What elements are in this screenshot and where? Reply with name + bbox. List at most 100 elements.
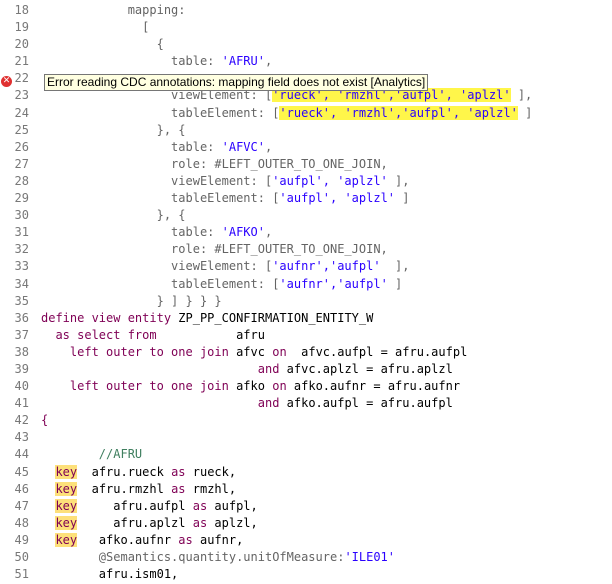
code-token: 'AFVC' <box>221 139 265 154</box>
code-line[interactable]: 25 }, { <box>0 122 612 139</box>
code-token: , <box>264 139 273 154</box>
code-line[interactable]: 39 and afvc.aplzl = afru.aplzl <box>0 361 612 378</box>
line-number: 50 <box>14 550 29 564</box>
code-token: viewElement: [ <box>41 259 273 274</box>
code-token: tableElement: [ <box>41 105 280 120</box>
code-token: afvc <box>228 344 273 359</box>
code-token: afru <box>156 327 265 342</box>
line-number: 43 <box>14 430 29 445</box>
code-line[interactable]: 37 as select from afru <box>0 327 612 344</box>
code-token: aufpl, <box>207 498 258 513</box>
line-number: 27 <box>14 156 29 171</box>
line-number: 49 <box>14 532 29 547</box>
code-line[interactable]: 20 { <box>0 36 612 53</box>
code-token: , <box>264 225 273 240</box>
line-number: 44 <box>14 447 29 462</box>
line-number: 28 <box>14 173 29 188</box>
code-line[interactable]: 28 viewElement: ['aufpl', 'aplzl' ], <box>0 173 612 190</box>
code-line[interactable]: 24 tableElement: ['rueck', 'rmzhl','aufp… <box>0 105 612 122</box>
code-line[interactable]: 34 tableElement: ['aufnr','aufpl' ] <box>0 276 612 293</box>
code-line[interactable]: 42 { <box>0 412 612 429</box>
code-token: aufnr, <box>192 532 244 547</box>
line-number: 29 <box>14 191 29 206</box>
code-line[interactable]: 43 <box>0 429 612 446</box>
line-number: 39 <box>14 361 29 376</box>
line-number: 25 <box>14 122 29 137</box>
line-number: 47 <box>14 498 29 513</box>
line-number: 37 <box>14 327 29 342</box>
code-editor[interactable]: 18 mapping: 19 [20 {21 table: 'AFRU', 22 23… <box>0 0 612 584</box>
code-line[interactable]: 18 mapping: <box>0 2 612 19</box>
line-number: 23 <box>14 88 29 103</box>
code-line[interactable]: 27 role: #LEFT_OUTER_TO_ONE_JOIN, <box>0 156 612 173</box>
code-line[interactable]: 50 @Semantics.quantity.unitOfMeasure:'IL… <box>0 549 612 566</box>
code-line[interactable]: 46 key afru.rmzhl as rmzhl, <box>0 481 612 498</box>
code-text: viewElement: ['aufnr','aufpl' ], <box>41 258 409 275</box>
code-token: viewElement: [ <box>41 173 273 188</box>
code-line[interactable]: 21 table: 'AFRU', <box>0 53 612 70</box>
code-text: tableElement: ['rueck', 'rmzhl','aufpl',… <box>41 105 532 122</box>
code-line[interactable]: 29 tableElement: ['aufpl', 'aplzl' ] <box>0 190 612 207</box>
code-line[interactable]: 45 key afru.rueck as rueck, <box>0 464 612 481</box>
code-line[interactable]: 51 afru.ism01, <box>0 566 612 583</box>
code-text: and afko.aufpl = afru.aufpl <box>41 395 453 412</box>
line-number: 41 <box>14 396 29 411</box>
code-token: }, { <box>41 122 186 137</box>
code-text: role: #LEFT_OUTER_TO_ONE_JOIN, <box>41 241 388 258</box>
error-marker-icon[interactable]: ✕ <box>1 76 12 87</box>
code-line[interactable]: 33 viewElement: ['aufnr','aufpl' ], <box>0 258 612 275</box>
code-line[interactable]: 19 [ <box>0 19 612 36</box>
code-token: and <box>257 396 280 411</box>
code-line[interactable]: 44 //AFRU <box>0 446 612 463</box>
code-token: define view entity <box>41 310 172 325</box>
code-line[interactable]: 48 key afru.aplzl as aplzl, <box>0 515 612 532</box>
code-line[interactable]: 30 }, { <box>0 207 612 224</box>
line-number: 40 <box>14 379 29 394</box>
code-line[interactable]: 38 left outer to one join afvc on afvc.a… <box>0 344 612 361</box>
code-text: and afvc.aplzl = afru.aplzl <box>41 361 453 378</box>
code-line[interactable]: 41 and afko.aufpl = afru.aufpl <box>0 395 612 412</box>
code-text: define view entity ZP_PP_CONFIRMATION_EN… <box>41 310 373 327</box>
code-text: { <box>41 412 48 429</box>
code-text: } ] } } } <box>41 293 222 310</box>
code-line[interactable]: 40 left outer to one join afko on afko.a… <box>0 378 612 395</box>
code-line[interactable]: 26 table: 'AFVC', <box>0 139 612 156</box>
code-token: aplzl, <box>207 515 258 530</box>
code-token: as <box>171 481 186 496</box>
code-line[interactable]: 35 } ] } } } <box>0 293 612 310</box>
code-line[interactable]: 32 role: #LEFT_OUTER_TO_ONE_JOIN, <box>0 241 612 258</box>
code-text: @Semantics.quantity.unitOfMeasure:'ILE01… <box>41 549 395 566</box>
code-token: 'aufpl', 'aplzl' <box>279 191 396 206</box>
code-line[interactable]: 36 define view entity ZP_PP_CONFIRMATION_… <box>0 310 612 327</box>
code-token: afru.rueck <box>77 464 172 479</box>
line-number: 35 <box>14 293 29 308</box>
code-token: ], <box>380 259 410 274</box>
code-token: ], <box>387 173 410 188</box>
code-line[interactable]: 47 key afru.aufpl as aufpl, <box>0 498 612 515</box>
code-token: afvc.aplzl = afru.aplzl <box>279 361 453 376</box>
line-number: 20 <box>14 37 29 52</box>
code-token: @Semantics.quantity.unitOfMeasure: <box>41 550 345 564</box>
code-token: 'aufnr','aufpl' <box>272 259 381 274</box>
code-line[interactable]: 49 key afko.aufnr as aufnr, <box>0 532 612 549</box>
code-text: mapping: <box>41 2 186 19</box>
code-text: tableElement: ['aufpl', 'aplzl' ] <box>41 190 409 207</box>
line-number: 18 <box>14 3 29 17</box>
code-token: as <box>192 498 208 513</box>
line-number: 38 <box>14 344 29 359</box>
code-token: afko.aufnr = afru.aufnr <box>286 379 461 394</box>
code-token: afko <box>228 379 273 394</box>
line-number: 26 <box>14 139 29 154</box>
code-text: table: 'AFVC', <box>41 139 272 156</box>
code-line[interactable]: 31 table: 'AFKO', <box>0 224 612 241</box>
code-token: 'aufnr','aufpl' <box>279 276 388 291</box>
code-token: //AFRU <box>41 447 143 462</box>
code-token: rmzhl, <box>185 481 237 496</box>
error-tooltip: Error reading CDC annotations: mapping f… <box>44 74 429 91</box>
code-text: key afko.aufnr as aufnr, <box>41 532 243 549</box>
code-token: ] <box>517 105 533 120</box>
code-token: }, { <box>41 208 186 223</box>
